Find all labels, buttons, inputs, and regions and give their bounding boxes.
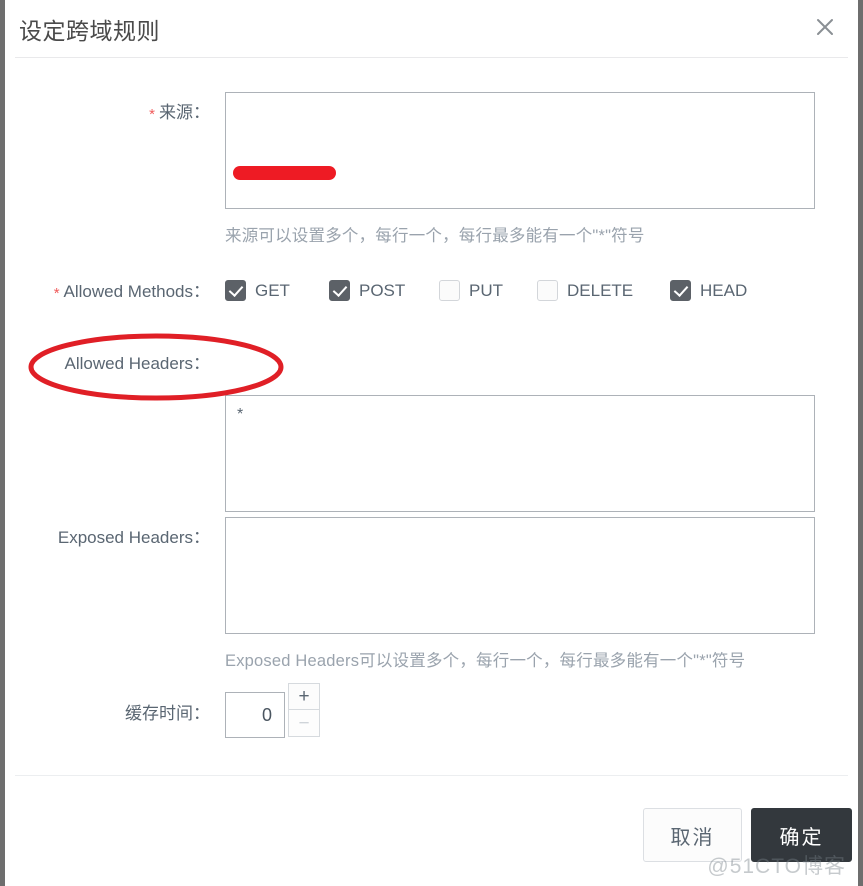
checkbox-get-label: GET <box>255 280 290 300</box>
allowed-headers-label: Allowed Headers： <box>64 354 210 374</box>
allowed-methods-label-text: Allowed Methods <box>63 282 193 301</box>
source-redaction-mark <box>233 166 336 180</box>
cache-time-decrement-button[interactable]: − <box>288 710 320 737</box>
source-label: * 来源： <box>149 103 210 124</box>
checkbox-delete[interactable]: DELETE <box>537 280 633 301</box>
exposed-headers-input[interactable] <box>225 517 815 634</box>
exposed-headers-hint: Exposed Headers可以设置多个，每行一个，每行最多能有一个"*"符号 <box>225 652 746 670</box>
allowed-headers-label-colon: ： <box>193 354 210 373</box>
required-asterisk: * <box>149 106 155 123</box>
checkbox-post-label: POST <box>359 280 406 300</box>
checkbox-put-label: PUT <box>469 280 503 300</box>
checkbox-put[interactable]: PUT <box>439 280 503 301</box>
source-label-colon: ： <box>193 103 210 122</box>
cache-time-stepper: + − <box>225 683 320 738</box>
checkbox-post-box[interactable] <box>329 280 350 301</box>
source-input[interactable] <box>225 92 815 209</box>
cache-time-increment-button[interactable]: + <box>288 683 320 710</box>
checkbox-head[interactable]: HEAD <box>670 280 747 301</box>
dialog-header: 设定跨域规则 <box>5 0 858 57</box>
allowed-headers-input[interactable] <box>225 395 815 512</box>
cache-time-label-colon: ： <box>193 704 210 723</box>
cache-time-stepper-buttons: + − <box>288 683 320 737</box>
checkbox-head-label: HEAD <box>700 280 748 300</box>
source-hint: 来源可以设置多个，每行一个，每行最多能有一个"*"符号 <box>225 227 645 245</box>
allowed-methods-label: * Allowed Methods： <box>54 282 210 303</box>
checkbox-put-box[interactable] <box>439 280 460 301</box>
header-divider <box>15 57 848 58</box>
required-asterisk: * <box>53 285 60 302</box>
cache-time-input[interactable] <box>225 692 285 738</box>
cors-rule-dialog: 设定跨域规则 * 来源： 来源可以设置多个，每行一个，每行最多能有一个"*"符号 … <box>0 0 863 886</box>
checkbox-post[interactable]: POST <box>329 280 405 301</box>
close-icon[interactable] <box>810 12 840 42</box>
exposed-headers-label-colon: ： <box>193 528 210 547</box>
watermark: @51CTO博客 <box>707 855 846 878</box>
checkbox-get-box[interactable] <box>225 280 246 301</box>
allowed-methods-label-colon: ： <box>193 282 210 301</box>
page-title: 设定跨域规则 <box>19 18 160 44</box>
checkbox-delete-label: DELETE <box>567 280 634 300</box>
exposed-headers-label: Exposed Headers： <box>58 528 210 548</box>
allowed-headers-label-text: Allowed Headers <box>64 354 193 373</box>
source-label-text: 来源 <box>159 103 193 122</box>
exposed-headers-label-text: Exposed Headers <box>57 528 193 547</box>
cache-time-label: 缓存时间： <box>125 704 210 724</box>
checkbox-head-box[interactable] <box>670 280 691 301</box>
checkbox-get[interactable]: GET <box>225 280 290 301</box>
cache-time-label-text: 缓存时间 <box>125 704 193 723</box>
checkbox-delete-box[interactable] <box>537 280 558 301</box>
